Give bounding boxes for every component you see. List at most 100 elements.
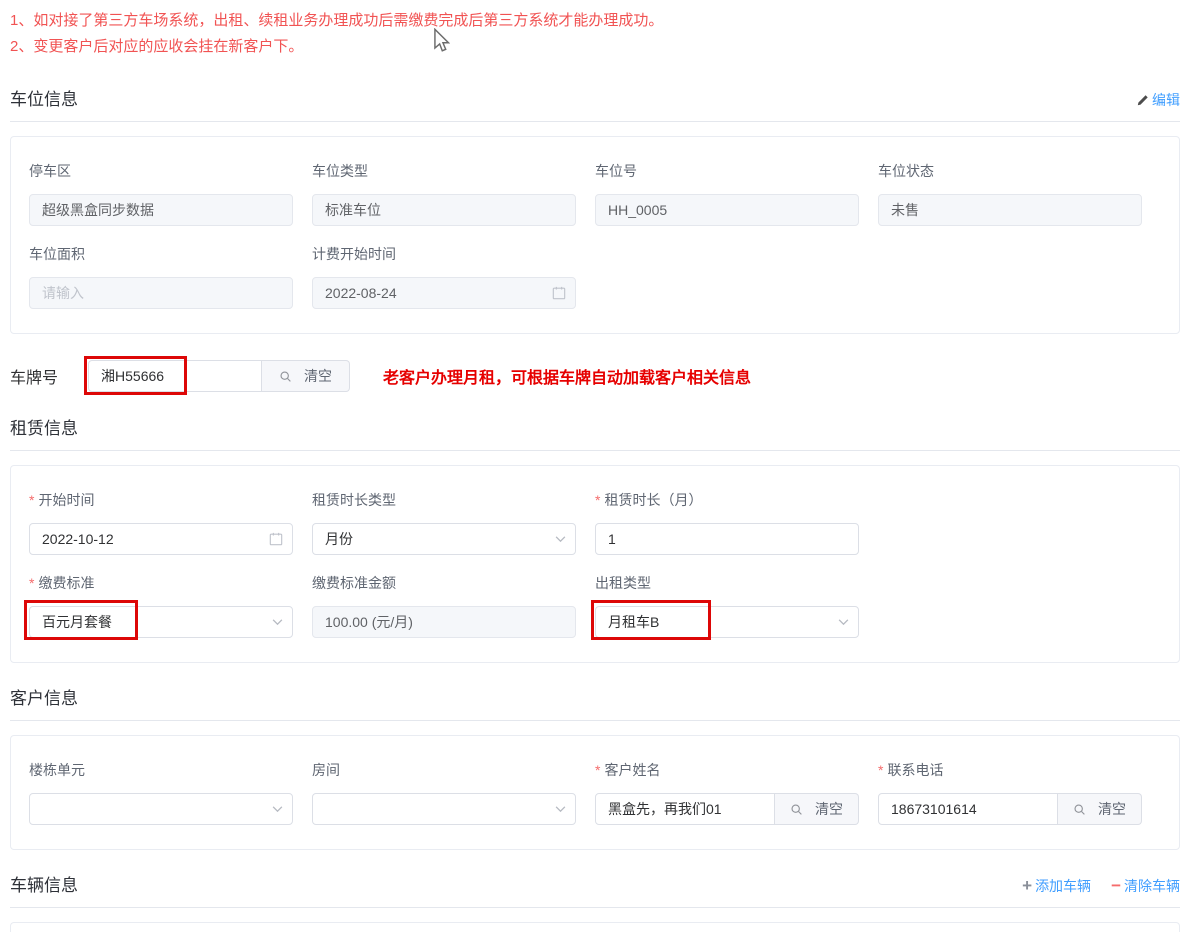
minus-icon: − <box>1111 876 1121 895</box>
customer-phone-value: 18673101614 <box>891 801 977 817</box>
plus-icon: + <box>1022 876 1033 895</box>
customer-phone-input[interactable]: 18673101614 <box>878 793 1058 825</box>
chevron-down-icon <box>838 619 849 626</box>
customer-name-clear-button[interactable]: 清空 <box>775 793 859 825</box>
field-customer-phone: 联系电话 18673101614 清空 <box>878 760 1142 825</box>
duration-type-select[interactable]: 月份 <box>312 523 576 555</box>
fee-standard-value: 百元月套餐 <box>42 614 112 630</box>
customer-phone-label: 联系电话 <box>878 760 1142 780</box>
pencil-icon <box>1136 94 1149 107</box>
plate-lookup-group: 湘H55666 清空 <box>84 356 351 395</box>
plate-lookup-input[interactable]: 湘H55666 <box>88 360 263 392</box>
chevron-down-icon <box>555 806 566 813</box>
plate-lookup-row: 车牌号 湘H55666 清空 老客户办理月租，可根据车牌自动加载客户相关信息 <box>10 356 1180 395</box>
parking-status-input: 未售 <box>878 194 1142 226</box>
fee-standard-label: 缴费标准 <box>29 573 293 593</box>
parking-number-value: HH_0005 <box>608 202 668 218</box>
customer-section-title: 客户信息 <box>10 689 78 708</box>
edit-button[interactable]: 编辑 <box>1136 90 1180 110</box>
lease-section-header: 租赁信息 <box>10 408 1180 451</box>
parking-zone-value: 超级黑盒同步数据 <box>42 202 154 218</box>
add-vehicle-button[interactable]: + 添加车辆 <box>1022 876 1091 896</box>
chevron-down-icon <box>555 536 566 543</box>
customer-name-clear-label: 清空 <box>815 801 843 817</box>
parking-zone-label: 停车区 <box>29 163 71 179</box>
search-icon <box>790 803 803 816</box>
parking-type-label: 车位类型 <box>312 163 368 179</box>
vehicle-section-header: 车辆信息 + 添加车辆 − 清除车辆 <box>10 865 1180 908</box>
remove-vehicle-button[interactable]: − 清除车辆 <box>1111 876 1180 896</box>
customer-section-header: 客户信息 <box>10 678 1180 721</box>
field-billing-start: 计费开始时间 2022-08-24 <box>312 244 576 309</box>
field-customer-name: 客户姓名 黑盒先，再我们01 清空 <box>595 760 859 825</box>
parking-type-value: 标准车位 <box>325 202 381 218</box>
calendar-icon <box>269 532 283 546</box>
billing-start-value: 2022-08-24 <box>325 285 397 301</box>
field-building: 楼栋单元 <box>29 760 293 825</box>
lease-panel: 开始时间 2022-10-12 租赁时长类型 月份 <box>10 465 1180 663</box>
field-parking-size: 车位面积 请输入 <box>29 244 293 309</box>
plate-lookup-annotation: 老客户办理月租，可根据车牌自动加载客户相关信息 <box>383 370 752 387</box>
vehicle-panel: 车牌号 湘H55666 清空 共享车辆 <box>10 922 1180 932</box>
plate-lookup-value: 湘H55666 <box>101 368 165 384</box>
parking-section-header: 车位信息 编辑 <box>10 79 1180 122</box>
field-duration: 租赁时长（月） 1 <box>595 490 859 555</box>
customer-name-value: 黑盒先，再我们01 <box>608 801 722 817</box>
field-duration-type: 租赁时长类型 月份 <box>312 490 576 555</box>
duration-label: 租赁时长（月） <box>595 490 859 510</box>
parking-number-label: 车位号 <box>595 163 637 179</box>
parking-status-value: 未售 <box>891 202 919 218</box>
customer-phone-clear-button[interactable]: 清空 <box>1058 793 1142 825</box>
grid-spacer <box>878 490 1142 555</box>
customer-name-input[interactable]: 黑盒先，再我们01 <box>595 793 775 825</box>
top-notes: 1、如对接了第三方车场系统，出租、续租业务办理成功后需缴费完成后第三方系统才能办… <box>10 6 1180 64</box>
fee-amount-value: 100.00 (元/月) <box>325 614 413 630</box>
room-select[interactable] <box>312 793 576 825</box>
field-room: 房间 <box>312 760 576 825</box>
field-parking-type: 车位类型 标准车位 <box>312 161 576 226</box>
fee-amount-label: 缴费标准金额 <box>312 575 396 591</box>
rent-type-select[interactable]: 月租车B <box>595 606 859 638</box>
plate-lookup-clear-button[interactable]: 清空 <box>262 360 351 392</box>
parking-status-label: 车位状态 <box>878 163 934 179</box>
vehicle-section-title: 车辆信息 <box>10 876 78 895</box>
room-label: 房间 <box>312 762 340 778</box>
duration-value: 1 <box>608 531 616 547</box>
remove-vehicle-label: 清除车辆 <box>1124 878 1180 894</box>
field-fee-amount: 缴费标准金额 100.00 (元/月) <box>312 573 576 638</box>
fee-amount-input: 100.00 (元/月) <box>312 606 576 638</box>
start-date-value: 2022-10-12 <box>42 531 114 547</box>
chevron-down-icon <box>272 619 283 626</box>
rent-type-value: 月租车B <box>608 614 660 630</box>
lease-section-title: 租赁信息 <box>10 419 78 438</box>
parking-section-title: 车位信息 <box>10 90 78 109</box>
field-start-date: 开始时间 2022-10-12 <box>29 490 293 555</box>
field-parking-number: 车位号 HH_0005 <box>595 161 859 226</box>
billing-start-label: 计费开始时间 <box>312 246 396 262</box>
customer-name-label: 客户姓名 <box>595 760 859 780</box>
parking-size-label: 车位面积 <box>29 246 85 262</box>
customer-panel: 楼栋单元 房间 客户姓名 黑盒先，再 <box>10 735 1180 850</box>
plate-lookup-clear-label: 清空 <box>304 368 333 384</box>
chevron-down-icon <box>272 806 283 813</box>
billing-start-input: 2022-08-24 <box>312 277 576 309</box>
note-line-1: 1、如对接了第三方车场系统，出租、续租业务办理成功后需缴费完成后第三方系统才能办… <box>10 12 664 29</box>
rent-type-label: 出租类型 <box>595 575 651 591</box>
building-select[interactable] <box>29 793 293 825</box>
building-label: 楼栋单元 <box>29 762 85 778</box>
mouse-cursor-icon <box>433 28 450 53</box>
field-fee-standard: 缴费标准 百元月套餐 <box>24 573 293 640</box>
customer-phone-clear-label: 清空 <box>1098 801 1126 817</box>
duration-input[interactable]: 1 <box>595 523 859 555</box>
search-icon <box>1073 803 1086 816</box>
calendar-icon <box>552 286 566 300</box>
parking-size-placeholder: 请输入 <box>42 285 84 301</box>
duration-type-label: 租赁时长类型 <box>312 492 396 508</box>
parking-type-input: 标准车位 <box>312 194 576 226</box>
start-date-label: 开始时间 <box>29 490 293 510</box>
start-date-input[interactable]: 2022-10-12 <box>29 523 293 555</box>
fee-standard-select[interactable]: 百元月套餐 <box>29 606 293 638</box>
field-rent-type: 出租类型 月租车B <box>591 573 859 640</box>
field-parking-status: 车位状态 未售 <box>878 161 1142 226</box>
parking-size-input: 请输入 <box>29 277 293 309</box>
